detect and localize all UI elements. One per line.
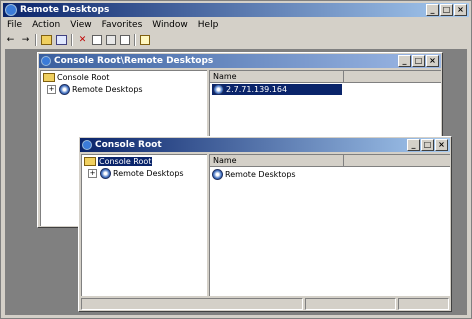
list-item-label: 2.7.71.139.164 [226,85,288,94]
expand-icon[interactable]: + [47,85,56,94]
column-name[interactable]: Name [213,155,344,166]
up-folder-icon[interactable] [41,35,52,45]
status-panel [305,298,396,310]
child-window-controls: _ □ × [398,55,439,67]
help-icon[interactable] [140,35,150,45]
tree-pane[interactable]: Console Root + Remote Desktops [81,154,207,296]
tree-item-label: Remote Desktops [72,85,143,94]
menu-action[interactable]: Action [32,20,60,30]
maximize-button[interactable]: □ [440,4,453,16]
minimize-button[interactable]: _ [426,4,439,16]
folder-icon [43,73,55,82]
expand-icon[interactable]: + [88,169,97,178]
remote-desktops-icon [59,84,70,95]
close-button[interactable]: × [435,139,448,151]
tree-item-console-root[interactable]: Console Root [84,157,153,166]
show-tree-icon[interactable] [56,35,67,45]
status-panel [397,298,449,310]
mdi-workspace: Console Root\Remote Desktops _ □ × Conso… [5,49,467,315]
minimize-button[interactable]: _ [407,139,420,151]
console-icon [41,56,51,66]
child-window-console-root[interactable]: Console Root _ □ × Console Root + Remote… [78,136,452,312]
list-header: Name [210,71,441,83]
tree-item-remote-desktops[interactable]: + Remote Desktops [47,84,143,95]
delete-icon[interactable]: ✕ [77,35,88,46]
remote-desktops-icon [5,4,17,16]
folder-icon [84,157,96,166]
tree-item-label: Console Root [98,157,153,166]
tree-item-label: Remote Desktops [113,169,184,178]
toolbar-separator [71,34,73,46]
menu-window[interactable]: Window [152,20,188,30]
console-icon [82,140,92,150]
list-header: Name [210,155,450,167]
computer-icon [213,84,224,95]
menu-bar: File Action View Favorites Window Help [7,18,218,31]
toolbar-separator [134,34,136,46]
refresh-icon[interactable] [106,35,116,45]
toolbar-separator [35,34,37,46]
export-list-icon[interactable] [120,35,130,45]
tree-item-label: Console Root [57,73,110,82]
toolbar: ← → ✕ [5,33,150,47]
menu-file[interactable]: File [7,20,22,30]
tree-item-console-root[interactable]: Console Root [43,73,109,82]
app-window-controls: _ □ × [426,4,467,16]
list-item-label: Remote Desktops [225,170,296,179]
child-title: Console Root [95,140,162,150]
list-pane[interactable]: Name Remote Desktops [209,154,450,296]
list-item-remote-desktops[interactable]: Remote Desktops [212,169,296,180]
child-title: Console Root\Remote Desktops [54,56,214,66]
child-titlebar[interactable]: Console Root\Remote Desktops _ □ × [39,54,441,68]
forward-arrow-icon[interactable]: → [20,35,31,46]
tree-item-remote-desktops[interactable]: + Remote Desktops [88,168,184,179]
menu-favorites[interactable]: Favorites [102,20,143,30]
close-button[interactable]: × [426,55,439,67]
back-arrow-icon[interactable]: ← [5,35,16,46]
menu-help[interactable]: Help [198,20,219,30]
close-button[interactable]: × [454,4,467,16]
maximize-button[interactable]: □ [421,139,434,151]
child-titlebar[interactable]: Console Root _ □ × [80,138,450,152]
app-titlebar[interactable]: Remote Desktops _ □ × [3,3,469,17]
status-bar [81,298,449,310]
minimize-button[interactable]: _ [398,55,411,67]
properties-icon[interactable] [92,35,102,45]
remote-desktops-icon [100,168,111,179]
status-panel [81,298,304,310]
list-item-server[interactable]: 2.7.71.139.164 [212,84,342,95]
app-window: Remote Desktops _ □ × File Action View F… [0,0,472,319]
maximize-button[interactable]: □ [412,55,425,67]
column-name[interactable]: Name [213,71,344,82]
remote-desktops-icon [212,169,223,180]
menu-view[interactable]: View [70,20,91,30]
child-window-controls: _ □ × [407,139,448,151]
app-title: Remote Desktops [20,5,110,15]
